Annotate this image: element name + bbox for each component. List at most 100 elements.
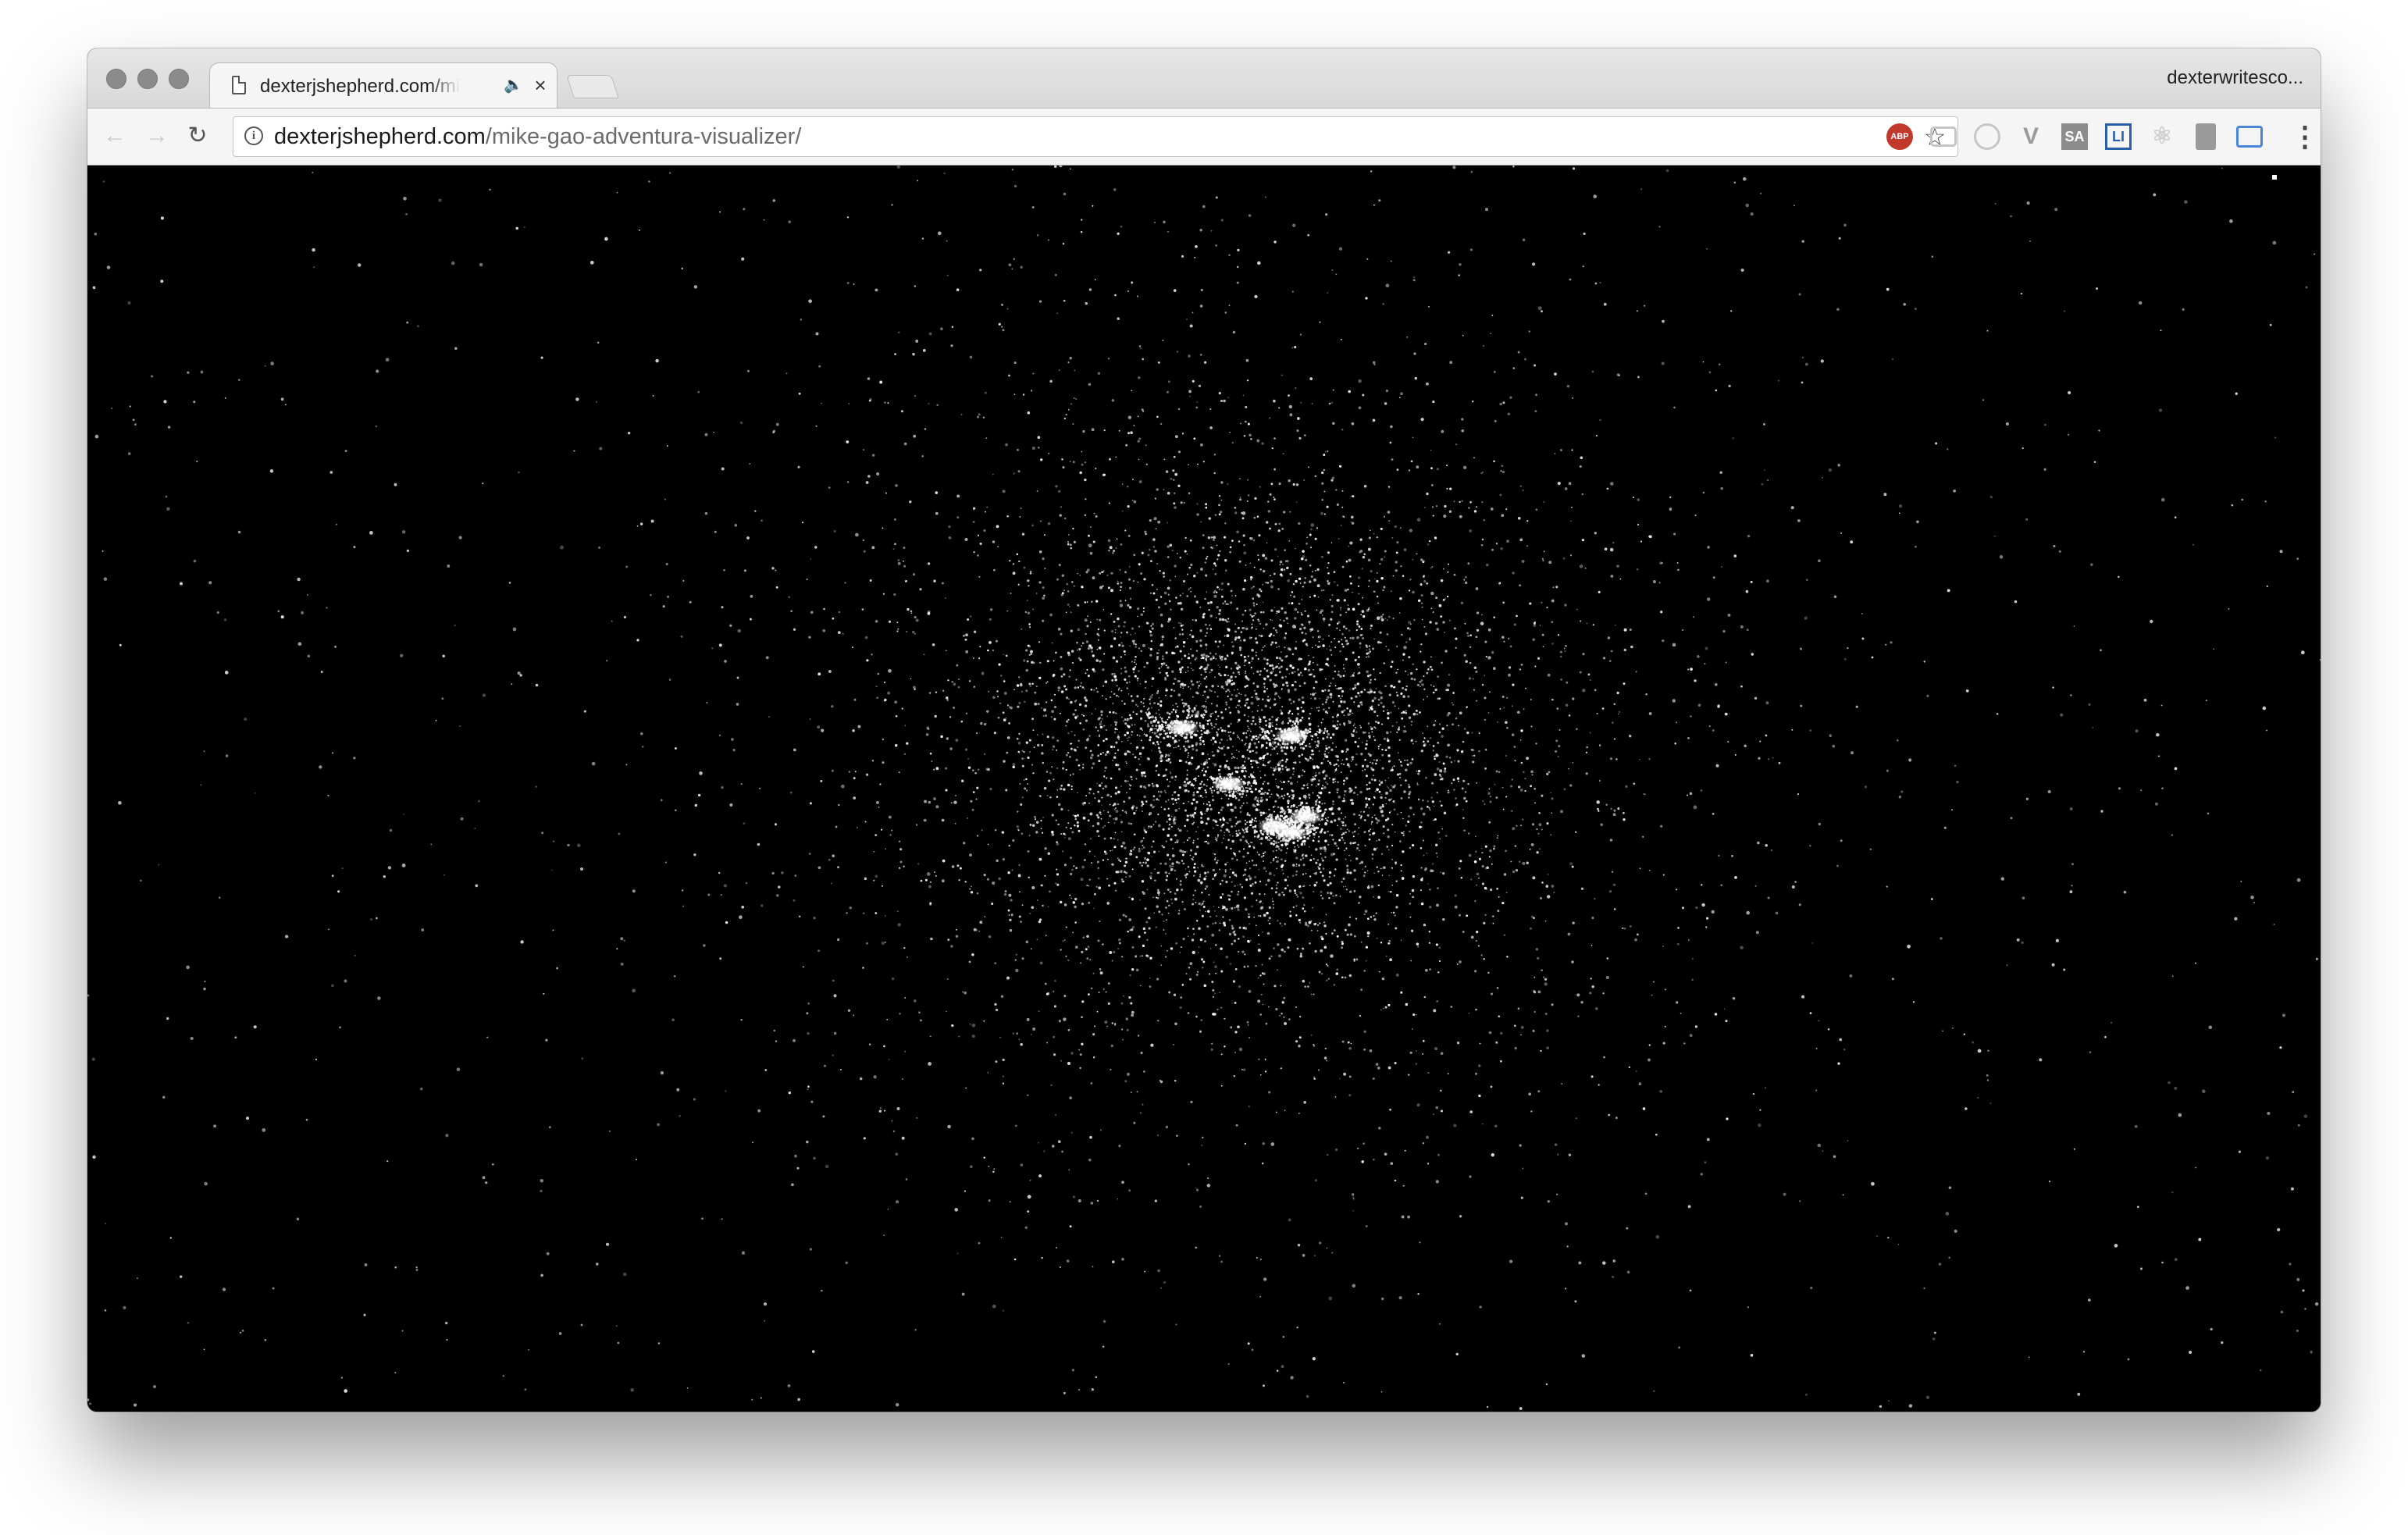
particle [1160, 1287, 1163, 1289]
particle [1200, 817, 1202, 819]
particle [1327, 892, 1330, 895]
particle [1274, 800, 1277, 803]
particle [1270, 724, 1273, 726]
particle [1179, 671, 1182, 674]
url-text[interactable]: dexterjshepherd.com/mike-gao-adventura-v… [274, 123, 801, 150]
particle [1071, 831, 1074, 834]
particle [1487, 712, 1490, 714]
circle-extension-icon[interactable] [1974, 123, 2000, 150]
page-extension-icon[interactable] [2196, 123, 2216, 150]
back-arrow-icon[interactable]: ← [100, 121, 130, 151]
particle [914, 285, 917, 287]
particle [1252, 771, 1255, 773]
active-tab[interactable]: dexterjshepherd.com/mike-gao-adventura-v… [209, 62, 557, 108]
particle [1256, 439, 1260, 443]
particle [2044, 423, 2046, 426]
particle [1722, 630, 1726, 633]
particle [1155, 926, 1158, 928]
close-window-button[interactable] [106, 69, 126, 89]
particle [1131, 499, 1134, 501]
particle [1618, 711, 1620, 714]
address-bar[interactable]: i dexterjshepherd.com/mike-gao-adventura… [233, 116, 1958, 157]
particle [1563, 788, 1566, 791]
particle [456, 1067, 461, 1071]
particle [988, 1199, 991, 1202]
profile-name[interactable]: dexterwritesco... [2132, 66, 2303, 91]
particle [1515, 869, 1519, 872]
particle [1328, 791, 1331, 794]
adblock-plus-icon[interactable]: ABP [1886, 123, 1913, 150]
li-extension-icon[interactable]: LI [2105, 123, 2132, 150]
zoom-window-button[interactable] [169, 69, 189, 89]
speaker-icon[interactable]: 🔈 [504, 76, 523, 94]
particle [1131, 661, 1133, 663]
particle [1069, 1225, 1072, 1228]
particle [2096, 287, 2098, 290]
particle [883, 1045, 885, 1048]
particle [1065, 768, 1067, 771]
particle [1341, 821, 1345, 824]
particle [1057, 803, 1061, 807]
particle [1230, 675, 1233, 678]
particle [1380, 867, 1382, 870]
particle [1011, 168, 1014, 171]
particle [1326, 505, 1329, 508]
cast-icon[interactable] [2236, 126, 2263, 148]
info-icon[interactable]: i [244, 126, 263, 145]
particle [1312, 693, 1315, 696]
tab-close-icon[interactable]: × [530, 74, 550, 96]
particle [976, 892, 979, 895]
particle [1256, 1256, 1259, 1259]
particle [1133, 425, 1135, 426]
particle [166, 507, 170, 511]
particle [1402, 850, 1405, 853]
sa-extension-icon[interactable]: SA [2061, 123, 2088, 150]
particle [1395, 927, 1398, 930]
particle [535, 785, 537, 788]
particle [1298, 918, 1301, 922]
particle [1530, 843, 1534, 846]
particle [1528, 1092, 1532, 1096]
particle [1189, 540, 1192, 542]
particle [1326, 657, 1329, 661]
particle [222, 1287, 226, 1291]
particle [1385, 955, 1387, 957]
new-tab-button[interactable] [566, 75, 619, 98]
forward-arrow-icon[interactable]: → [142, 121, 172, 151]
particle [1174, 506, 1177, 509]
particle [524, 226, 525, 228]
particle [1281, 795, 1284, 798]
particle [2127, 1358, 2130, 1361]
reload-icon[interactable]: ↻ [183, 121, 212, 151]
particle [1199, 1205, 1202, 1208]
particle [1332, 894, 1335, 897]
particle [883, 1109, 886, 1112]
particle [1539, 896, 1543, 900]
particle [1809, 845, 1811, 847]
visualizer-canvas[interactable] [87, 166, 2321, 1412]
particle [1318, 863, 1322, 867]
particle [1470, 170, 1473, 173]
particle [1507, 412, 1511, 416]
particle [2296, 1329, 2299, 1333]
kebab-menu-icon[interactable]: ⋮ [2291, 119, 2319, 154]
particle [1475, 782, 1478, 784]
particle [1224, 674, 1227, 677]
particle [1032, 772, 1035, 775]
minimize-window-button[interactable] [137, 69, 158, 89]
particle [1084, 618, 1088, 622]
vue-devtools-icon[interactable]: V [2018, 123, 2044, 150]
particle [1790, 506, 1794, 510]
chat-extension-icon[interactable] [1930, 126, 1957, 147]
particle [864, 877, 867, 881]
particle [1530, 927, 1532, 930]
particle [903, 946, 906, 949]
particle [1543, 976, 1545, 978]
particle [1099, 971, 1103, 975]
particle [1478, 1094, 1481, 1098]
particle [1086, 885, 1088, 887]
particle [1156, 415, 1159, 418]
react-devtools-icon[interactable]: ⚛ [2149, 123, 2175, 150]
particle [1461, 429, 1464, 433]
particle [1146, 889, 1149, 891]
